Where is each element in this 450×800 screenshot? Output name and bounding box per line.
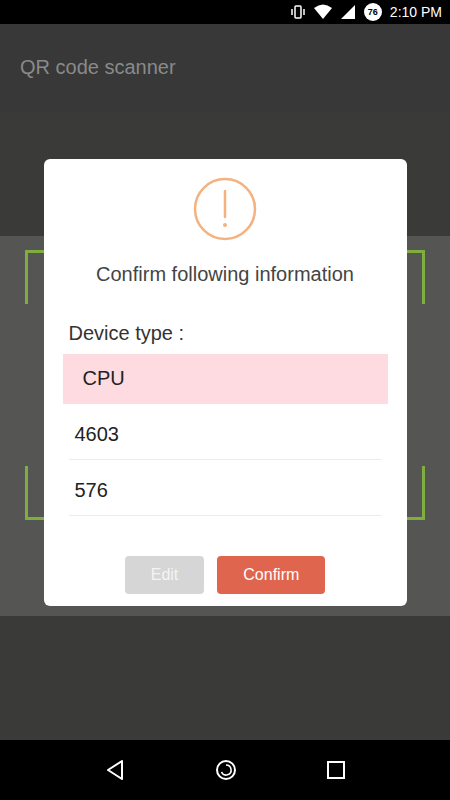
scanner-view: QR code scanner Confirm following informa… xyxy=(0,24,450,740)
dialog-title: Confirm following information xyxy=(63,259,388,289)
status-bar: 76 2:10 PM xyxy=(0,0,450,24)
vibrate-icon xyxy=(290,4,306,20)
recents-icon xyxy=(326,760,346,780)
signal-icon xyxy=(340,4,356,20)
home-icon xyxy=(215,759,237,781)
app-title: QR code scanner xyxy=(20,56,176,79)
warning-icon xyxy=(193,177,257,241)
recents-button[interactable] xyxy=(320,754,352,786)
phone-screen: 76 2:10 PM QR code scanner Confirm followin… xyxy=(0,0,450,800)
clock: 2:10 PM xyxy=(390,4,442,20)
button-row: Edit Confirm xyxy=(63,556,388,594)
confirm-dialog: Confirm following information Device type… xyxy=(44,159,407,606)
navigation-bar xyxy=(0,740,450,800)
option-row[interactable]: 4603 xyxy=(69,410,382,460)
option-list: CPU 4603 576 xyxy=(63,354,388,516)
back-button[interactable] xyxy=(98,753,132,787)
icon-row xyxy=(63,177,388,241)
app-bar: QR code scanner xyxy=(0,24,450,112)
field-label: Device type : xyxy=(63,317,388,349)
back-icon xyxy=(104,759,126,781)
confirm-button[interactable]: Confirm xyxy=(217,556,325,594)
edit-button[interactable]: Edit xyxy=(125,556,205,594)
wifi-icon xyxy=(314,4,332,20)
battery-badge: 76 xyxy=(364,3,382,21)
option-row[interactable]: 576 xyxy=(69,466,382,516)
option-row[interactable]: CPU xyxy=(63,354,388,404)
home-button[interactable] xyxy=(209,753,243,787)
dialog-scrim: Confirm following information Device type… xyxy=(0,24,450,740)
